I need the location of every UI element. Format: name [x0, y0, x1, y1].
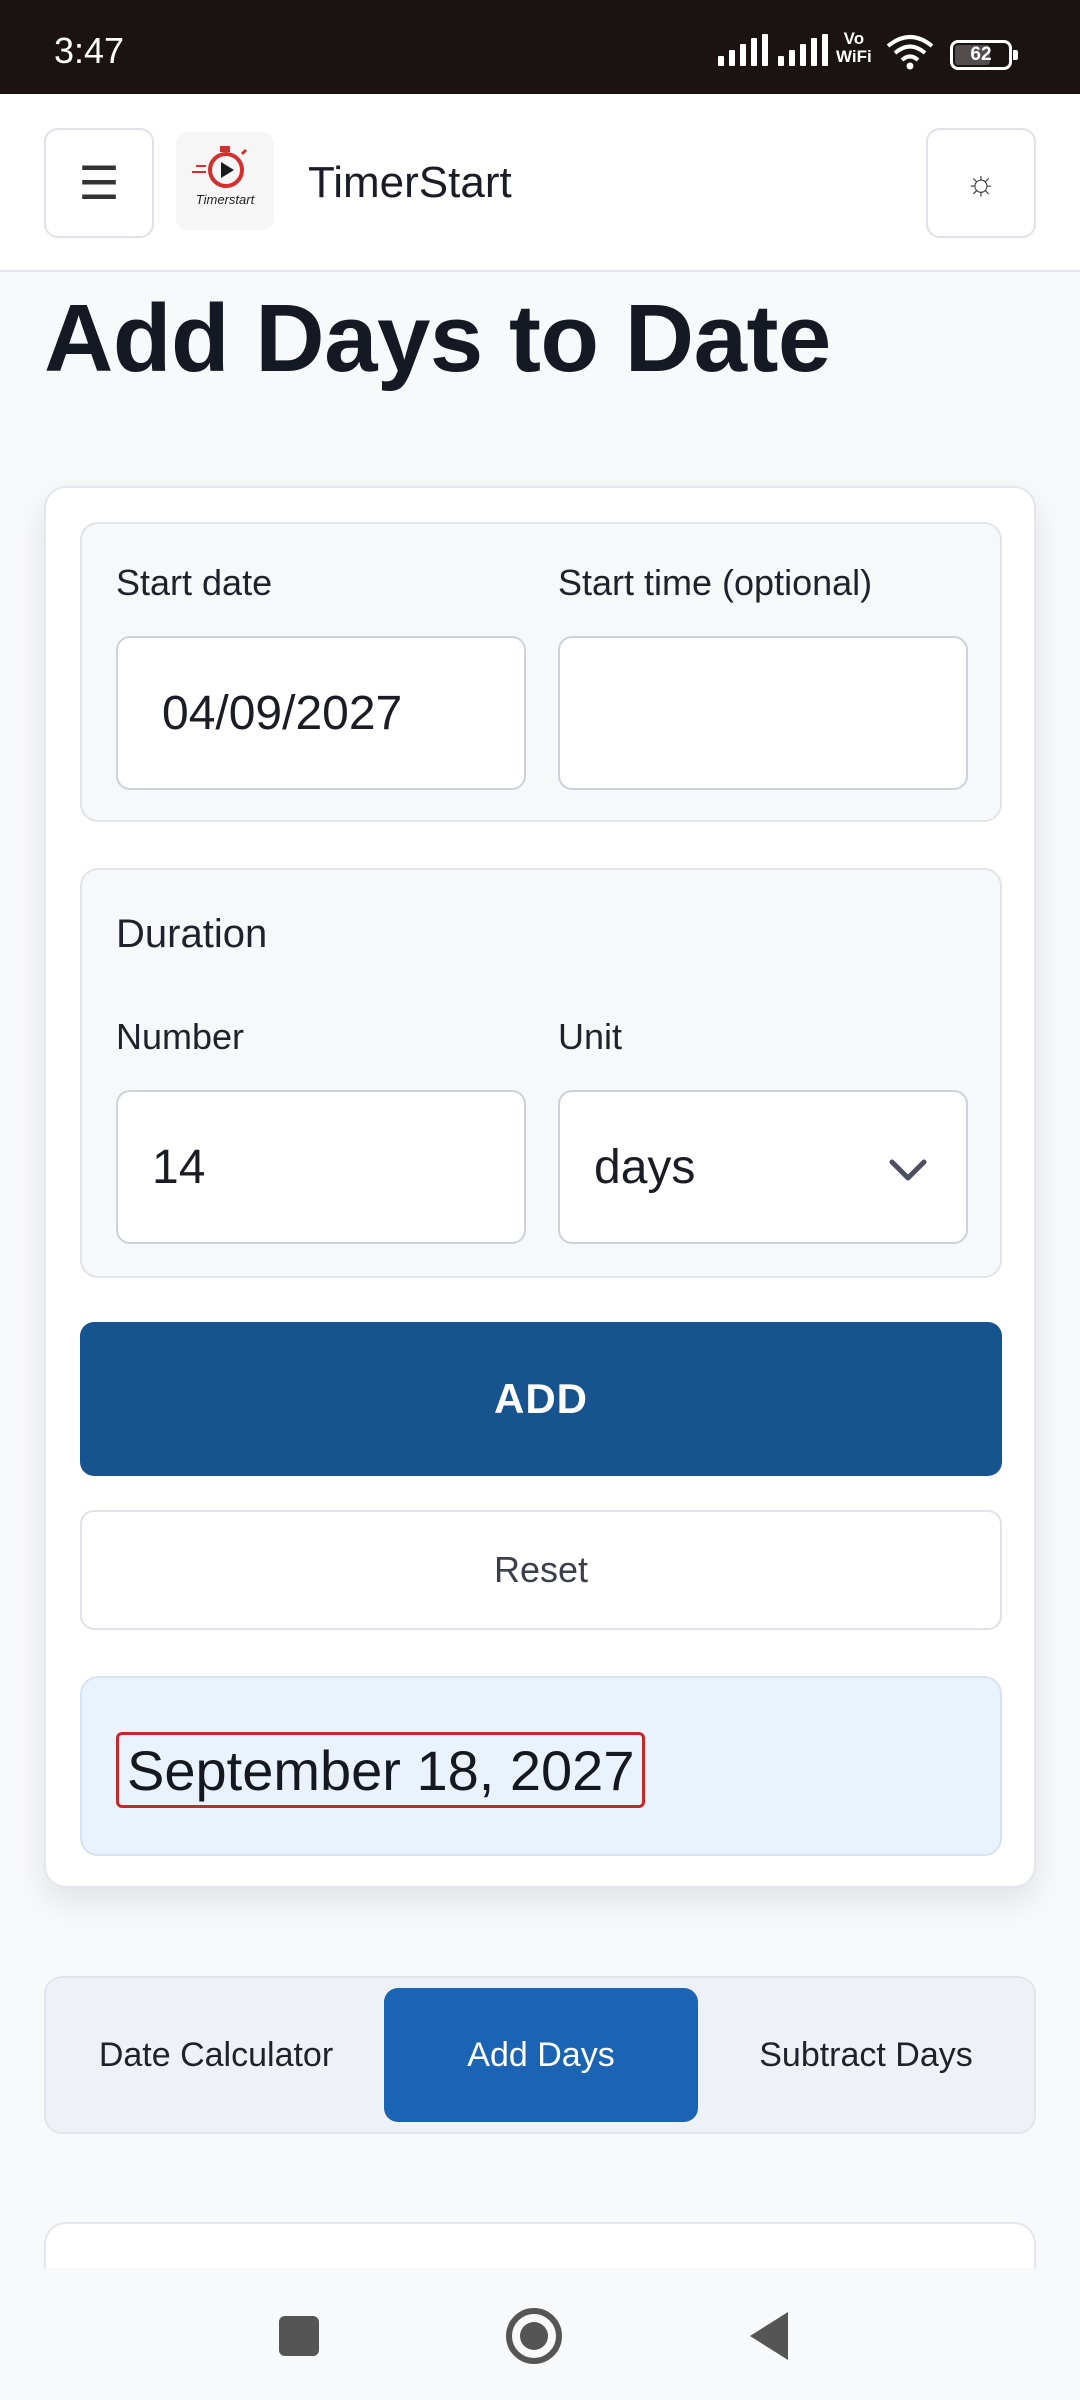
status-bar: 3:47 Vo WiFi 62	[0, 0, 1080, 94]
sun-icon: ☼	[965, 163, 997, 202]
unit-select[interactable]: days	[558, 1090, 968, 1244]
number-input[interactable]: 14	[116, 1090, 526, 1244]
result-panel: September 18, 2027	[80, 1676, 1002, 1856]
home-icon[interactable]	[506, 2308, 562, 2364]
recents-icon[interactable]	[279, 2316, 319, 2356]
battery-icon: 62	[950, 40, 1018, 70]
start-time-label: Start time (optional)	[558, 562, 873, 603]
start-panel: Start date Start time (optional) 04/09/2…	[80, 522, 1002, 822]
back-icon[interactable]	[750, 2312, 788, 2360]
status-time: 3:47	[54, 30, 125, 71]
calculator-card: Start date Start time (optional) 04/09/2…	[44, 486, 1036, 1888]
system-nav-bar	[0, 2268, 1080, 2400]
chevron-down-icon	[889, 1159, 927, 1181]
tab-subtract-days[interactable]: Subtract Days	[706, 1988, 1026, 2122]
hamburger-icon: ☰	[78, 157, 120, 209]
start-date-input[interactable]: 04/09/2027	[116, 636, 526, 790]
theme-toggle-button[interactable]: ☼	[926, 128, 1036, 238]
app-logo[interactable]: Timerstart	[176, 132, 274, 230]
result-date: September 18, 2027	[116, 1732, 646, 1808]
cell-signal-icon-2	[778, 34, 828, 66]
page-title: Add Days to Date	[44, 285, 831, 392]
tab-add-days[interactable]: Add Days	[384, 1988, 698, 2122]
tab-date-calculator[interactable]: Date Calculator	[56, 1988, 376, 2122]
app-name[interactable]: TimerStart	[308, 158, 512, 208]
number-label: Number	[116, 1016, 245, 1057]
wifi-icon	[886, 35, 934, 70]
unit-label: Unit	[558, 1016, 623, 1057]
start-time-input[interactable]	[558, 636, 968, 790]
reset-button[interactable]: Reset	[80, 1510, 1002, 1630]
calculator-tabs: Date Calculator Add Days Subtract Days	[44, 1976, 1036, 2134]
logo-wordmark: Timerstart	[195, 192, 255, 207]
start-date-label: Start date	[116, 562, 273, 603]
add-button[interactable]: ADD	[80, 1322, 1002, 1476]
menu-button[interactable]: ☰	[44, 128, 154, 238]
duration-heading: Duration	[116, 912, 268, 956]
stopwatch-logo-icon	[192, 146, 248, 188]
app-header: ☰ Timerstart TimerStart ☼	[0, 94, 1080, 272]
duration-panel: Duration Number Unit 14 days	[80, 868, 1002, 1278]
cell-signal-icon	[718, 34, 768, 66]
vowifi-indicator: Vo WiFi	[836, 29, 872, 66]
unit-select-value: days	[594, 1140, 696, 1194]
